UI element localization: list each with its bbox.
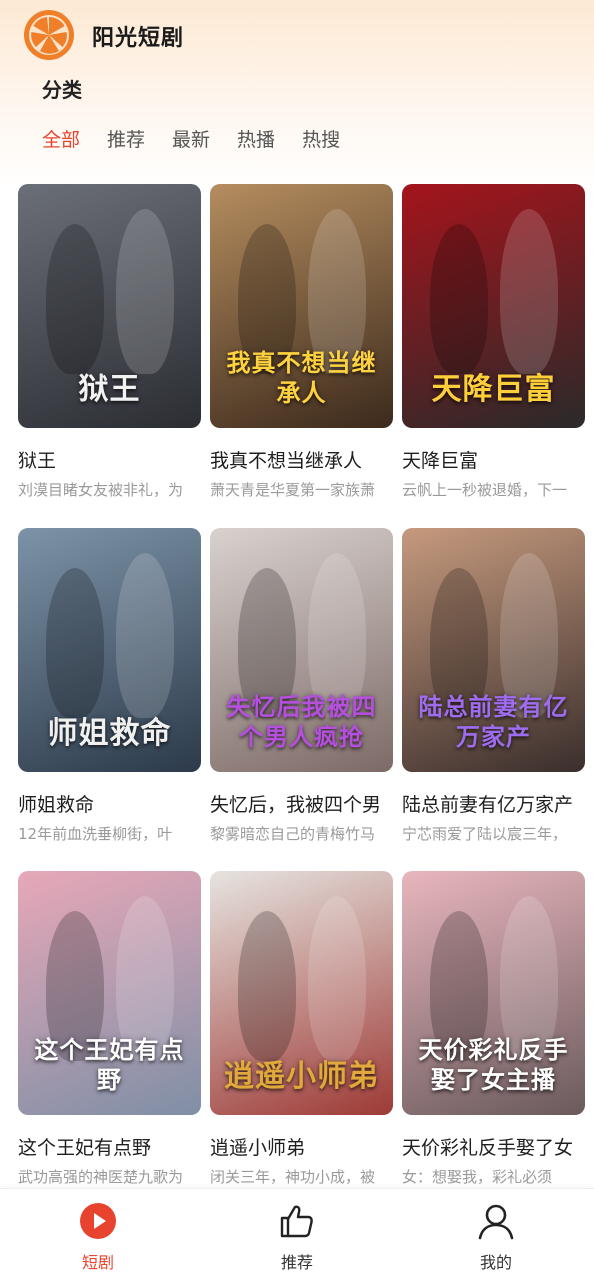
tab-trending[interactable]: 热播 [237,126,275,156]
app-title: 阳光短剧 [92,26,185,51]
drama-card[interactable]: 天价彩礼反手娶了女主播 天价彩礼反手娶了女 女：想娶我，彩礼必须 [402,871,585,1187]
drama-card[interactable]: 狱王 狱王 刘漠目睹女友被非礼，为 [18,184,201,500]
poster-title-text: 天降巨富 [431,372,556,407]
drama-description: 12年前血洗垂柳街，叶 [18,825,173,843]
tab-recommended[interactable]: 推荐 [107,126,145,156]
drama-title: 天价彩礼反手娶了女 [402,1137,574,1159]
drama-card[interactable]: 我真不想当继承人 我真不想当继承人 萧天青是华夏第一家族萧 [210,184,393,500]
nav-profile[interactable]: 我的 [436,1201,556,1273]
drama-description: 武功高强的神医楚九歌为 [18,1168,184,1186]
drama-poster: 这个王妃有点野 [18,871,201,1115]
drama-description: 黎雾暗恋自己的青梅竹马 [210,825,376,843]
drama-description: 萧天青是华夏第一家族萧 [210,481,376,499]
poster-figure [500,209,558,374]
drama-card[interactable]: 师姐救命 师姐救命 12年前血洗垂柳街，叶 [18,528,201,844]
tab-hot-search[interactable]: 热搜 [302,126,340,156]
drama-poster: 我真不想当继承人 [210,184,393,428]
poster-title-text: 陆总前妻有亿万家产 [418,692,569,751]
drama-title: 陆总前妻有亿万家产 [402,794,574,816]
section-title: 分类 [42,78,82,102]
nav-recommend[interactable]: 推荐 [237,1201,357,1273]
poster-figure [46,224,104,374]
drama-poster: 逍遥小师弟 [210,871,393,1115]
poster-title-text: 失忆后我被四个男人疯抢 [226,692,377,751]
bottom-navigation: 短剧 推荐 我的 [0,1188,594,1280]
drama-title: 失忆后，我被四个男 [210,794,382,816]
poster-title-text: 这个王妃有点野 [34,1035,185,1094]
drama-description: 女：想娶我，彩礼必须 [402,1168,553,1186]
poster-figure [430,224,488,374]
poster-title-text: 师姐救命 [47,716,172,751]
tab-all[interactable]: 全部 [42,126,80,156]
poster-title-text: 逍遥小师弟 [224,1059,379,1094]
drama-title: 这个王妃有点野 [18,1137,152,1159]
poster-figure [238,911,296,1061]
nav-shorts[interactable]: 短剧 [38,1201,158,1273]
category-tabs: 全部 推荐 最新 热播 热搜 [42,126,340,156]
poster-figure [116,553,174,718]
user-icon [478,1204,514,1240]
poster-title-text: 狱王 [78,372,141,407]
drama-card[interactable]: 天降巨富 天降巨富 云帆上一秒被退婚，下一 [402,184,585,500]
drama-description: 云帆上一秒被退婚，下一 [402,481,568,499]
nav-label: 我的 [479,1253,512,1272]
drama-description: 刘漠目睹女友被非礼，为 [18,481,184,499]
play-circle-icon [80,1203,116,1239]
drama-card[interactable]: 陆总前妻有亿万家产 陆总前妻有亿万家产 宁芯雨爱了陆以宸三年， [402,528,585,844]
orange-slice-logo-icon [24,10,74,60]
thumbs-up-icon [280,1205,313,1238]
drama-title: 逍遥小师弟 [210,1137,306,1159]
drama-poster: 天降巨富 [402,184,585,428]
app-header: 阳光短剧 [0,0,594,70]
poster-figure [308,896,366,1061]
drama-card[interactable]: 失忆后我被四个男人疯抢 失忆后，我被四个男 黎雾暗恋自己的青梅竹马 [210,528,393,844]
drama-poster: 天价彩礼反手娶了女主播 [402,871,585,1115]
drama-card[interactable]: 逍遥小师弟 逍遥小师弟 闭关三年，神功小成，被 [210,871,393,1187]
poster-figure [46,568,104,718]
drama-poster: 狱王 [18,184,201,428]
nav-label: 推荐 [280,1253,313,1272]
drama-description: 闭关三年，神功小成，被 [210,1168,376,1186]
drama-poster: 师姐救命 [18,528,201,772]
poster-title-text: 天价彩礼反手娶了女主播 [418,1035,569,1094]
poster-figure [116,209,174,374]
drama-description: 宁芯雨爱了陆以宸三年， [402,825,568,843]
drama-title: 狱王 [18,450,57,472]
drama-card[interactable]: 这个王妃有点野 这个王妃有点野 武功高强的神医楚九歌为 [18,871,201,1187]
poster-title-text: 我真不想当继承人 [226,348,377,407]
drama-title: 师姐救命 [18,794,95,816]
drama-title: 天降巨富 [402,450,479,472]
tab-latest[interactable]: 最新 [172,126,210,156]
nav-label: 短剧 [81,1253,114,1272]
drama-poster: 陆总前妻有亿万家产 [402,528,585,772]
drama-poster: 失忆后我被四个男人疯抢 [210,528,393,772]
drama-title: 我真不想当继承人 [210,450,363,472]
